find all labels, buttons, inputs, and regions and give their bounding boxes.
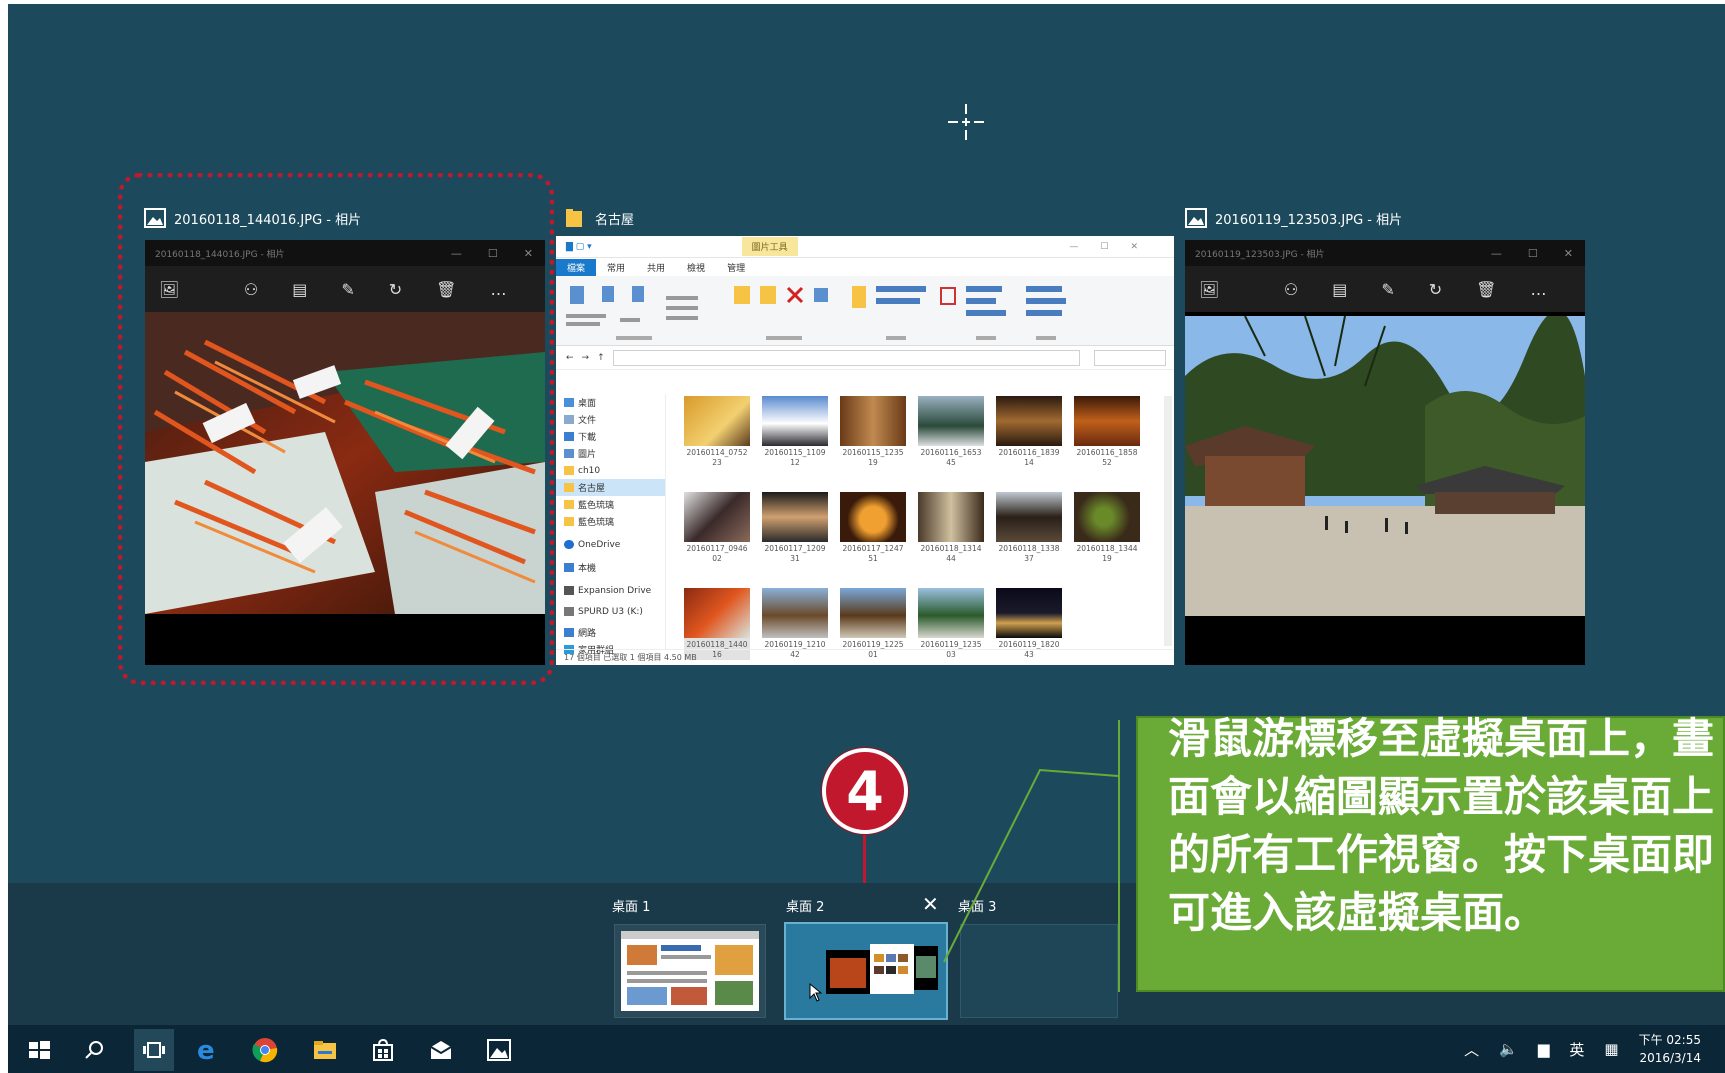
nav-item-drive[interactable]: SPURD U3 (K:) <box>556 603 665 620</box>
task-view-icon[interactable] <box>134 1029 174 1071</box>
crosshair-cursor-icon <box>948 104 984 140</box>
slideshow-icon[interactable]: ▤ <box>1332 280 1347 299</box>
window-title-explorer: 名古屋 <box>565 208 634 228</box>
desktop-3-label: 桌面 3 <box>958 900 997 915</box>
tab-view[interactable]: 檢視 <box>676 259 716 276</box>
desktop-2-thumbnail[interactable] <box>784 922 948 1020</box>
desktop-3-thumbnail[interactable] <box>960 924 1118 1018</box>
instruction-callout: 滑鼠游標移至虛擬桌面上，畫面會以縮圖顯示置於該桌面上的所有工作視窗。按下桌面即可… <box>1136 714 1725 992</box>
file-explorer-icon[interactable] <box>312 1037 338 1063</box>
address-path-field[interactable] <box>612 349 1080 366</box>
chrome-browser-icon[interactable] <box>252 1037 278 1063</box>
address-bar[interactable]: ← → ↑ <box>556 346 1174 370</box>
volume-icon[interactable]: 🔈 <box>1499 1040 1518 1058</box>
nav-item[interactable]: 桌面 <box>556 394 665 411</box>
photos-window-2[interactable]: 20160119_123503.JPG - 相片 — ☐ ✕ 🖼 ⚇ ▤ ✎ ↻ 🗑 … <box>1185 240 1585 665</box>
rotate-icon[interactable]: ↻ <box>1429 280 1442 299</box>
store-icon[interactable] <box>370 1037 396 1063</box>
windows-start-icon[interactable] <box>26 1037 52 1063</box>
step-number-badge: 4 <box>822 748 908 834</box>
ime-indicator[interactable]: 英 <box>1569 1039 1584 1060</box>
forward-arrow-icon[interactable]: → <box>582 353 590 363</box>
clock[interactable]: 下午 02:55 2016/3/14 <box>1639 1031 1701 1067</box>
picture-tools-tab[interactable]: 圖片工具 <box>741 237 798 256</box>
chevron-up-icon[interactable]: ︿ <box>1464 1039 1479 1060</box>
input-method-icon[interactable]: ▦ <box>1604 1040 1618 1058</box>
file-thumbnail[interactable]: 20160118_1344 19 <box>1074 492 1140 564</box>
tab-file[interactable]: 檔案 <box>556 258 597 276</box>
vertical-scrollbar[interactable] <box>1164 396 1172 646</box>
photos-inner-title: 20160119_123503.JPG - 相片 <box>1195 249 1325 260</box>
window-controls[interactable]: —☐✕ <box>1069 242 1174 252</box>
file-thumbnail[interactable]: 20160115_1109 12 <box>762 396 828 468</box>
file-thumbnail[interactable]: 20160117_0946 02 <box>684 492 750 564</box>
clock-date: 2016/3/14 <box>1639 1051 1701 1065</box>
photo-app-icon <box>1185 208 1207 228</box>
file-thumbnail[interactable]: 20160116_1858 52 <box>1074 396 1140 468</box>
image-icon: 🖼 <box>1199 279 1220 299</box>
search-icon[interactable] <box>82 1037 108 1063</box>
more-icon[interactable]: … <box>1530 280 1546 299</box>
navigation-pane[interactable]: 桌面 文件 下載 圖片 ch10 名古屋 藍色琉璃 藍色琉璃 OneDrive … <box>556 394 666 656</box>
desktop-1-thumbnail[interactable] <box>614 924 766 1018</box>
photos-app-icon[interactable] <box>486 1037 512 1063</box>
file-thumbnail[interactable]: 20160115_1235 19 <box>840 396 906 468</box>
file-thumbnail[interactable]: 20160118_1314 44 <box>918 492 984 564</box>
selected-window-highlight <box>118 173 554 685</box>
nav-item[interactable]: 文件 <box>556 411 665 428</box>
status-bar: 17 個項目 已選取 1 個項目 4.50 MB <box>556 649 1174 665</box>
shrine-photo <box>1185 310 1585 616</box>
file-thumbnail[interactable]: 20160116_1839 14 <box>996 396 1062 468</box>
nav-item-selected[interactable]: 名古屋 <box>556 479 665 496</box>
file-thumbnail[interactable]: 20160118_1338 37 <box>996 492 1062 564</box>
desktop-1-label: 桌面 1 <box>612 900 651 915</box>
nav-item[interactable]: ch10 <box>556 462 665 479</box>
callout-text: 滑鼠游標移至虛擬桌面上，畫面會以縮圖顯示置於該桌面上的所有工作視窗。按下桌面即可… <box>1168 714 1715 937</box>
nav-item[interactable]: 藍色琉璃 <box>556 496 665 513</box>
tab-home[interactable]: 常用 <box>596 259 636 276</box>
delete-icon[interactable]: 🗑 <box>1476 280 1496 299</box>
edge-browser-icon[interactable]: e <box>194 1036 220 1066</box>
tab-share[interactable]: 共用 <box>636 259 676 276</box>
notification-icon[interactable]: ▆ <box>1538 1040 1550 1058</box>
ribbon <box>556 276 1174 346</box>
nav-item[interactable]: 下載 <box>556 428 665 445</box>
desktop-2-label: 桌面 2 <box>786 900 825 915</box>
nav-item[interactable]: 圖片 <box>556 445 665 462</box>
share-icon[interactable]: ⚇ <box>1284 280 1298 299</box>
minimize-icon[interactable]: — <box>1491 247 1502 260</box>
maximize-icon[interactable]: ☐ <box>1528 247 1538 260</box>
back-arrow-icon[interactable]: ← <box>566 353 574 363</box>
quick-access-toolbar[interactable]: ▇ ▢ ▾ <box>556 242 592 252</box>
window-title-photos-2: 20160119_123503.JPG - 相片 <box>1185 208 1402 228</box>
nav-item[interactable]: 藍色琉璃 <box>556 513 665 530</box>
file-explorer-window[interactable]: ▇ ▢ ▾ 圖片工具 —☐✕ 檔案 常用 共用 檢視 管理 ← → ↑ 桌面 文… <box>556 236 1174 665</box>
nav-item-onedrive[interactable]: OneDrive <box>556 536 665 553</box>
file-thumbnail[interactable]: 20160116_1653 45 <box>918 396 984 468</box>
taskbar: e ︿ 🔈 ▆ 英 ▦ 下午 02:55 2016/3/14 <box>8 1025 1725 1073</box>
nav-item-drive[interactable]: Expansion Drive <box>556 582 665 599</box>
system-tray: ︿ 🔈 ▆ 英 ▦ 下午 02:55 2016/3/14 <box>1464 1025 1701 1073</box>
nav-item-network[interactable]: 網路 <box>556 624 665 641</box>
close-icon[interactable]: ✕ <box>1564 247 1573 260</box>
tab-manage[interactable]: 管理 <box>716 259 756 276</box>
file-thumbnail[interactable]: 20160114_0752 23 <box>684 396 750 468</box>
file-thumbnail[interactable]: 20160117_1209 31 <box>762 492 828 564</box>
search-box[interactable] <box>1094 349 1166 366</box>
clock-time: 下午 02:55 <box>1638 1033 1701 1047</box>
callout-bracket-line <box>1118 720 1120 992</box>
edit-pencil-icon[interactable]: ✎ <box>1381 280 1394 299</box>
file-thumbnail[interactable]: 20160117_1247 51 <box>840 492 906 564</box>
folder-icon <box>565 208 587 228</box>
nav-item-this-pc[interactable]: 本機 <box>556 559 665 576</box>
svg-text:e: e <box>197 1037 215 1063</box>
close-desktop-icon[interactable]: ✕ <box>922 892 939 916</box>
file-thumbnail-grid[interactable]: 20160114_0752 23 20160115_1109 12 20160115… <box>674 396 1154 660</box>
mail-icon[interactable] <box>428 1037 454 1063</box>
up-arrow-icon[interactable]: ↑ <box>597 353 605 363</box>
